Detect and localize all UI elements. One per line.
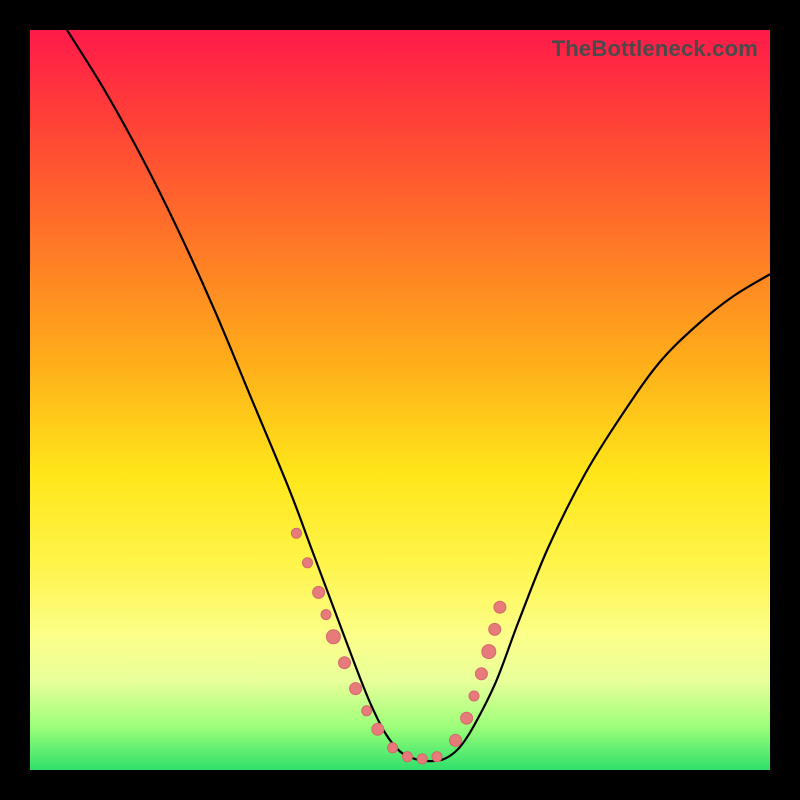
data-point [461,712,473,724]
data-point [313,586,325,598]
data-point [388,743,398,753]
curve-line [67,30,770,761]
data-point [339,657,351,669]
data-point [489,623,501,635]
data-point [326,630,340,644]
data-point [417,754,427,764]
scatter-points [291,528,506,764]
data-point [372,723,384,735]
data-point [475,668,487,680]
data-point [402,752,412,762]
data-point [362,706,372,716]
data-point [450,734,462,746]
data-point [469,691,479,701]
data-point [494,601,506,613]
data-point [321,610,331,620]
data-point [350,683,362,695]
data-point [432,752,442,762]
chart-svg [30,30,770,770]
data-point [291,528,301,538]
data-point [482,645,496,659]
chart-frame: TheBottleneck.com [0,0,800,800]
data-point [303,558,313,568]
plot-area: TheBottleneck.com [30,30,770,770]
